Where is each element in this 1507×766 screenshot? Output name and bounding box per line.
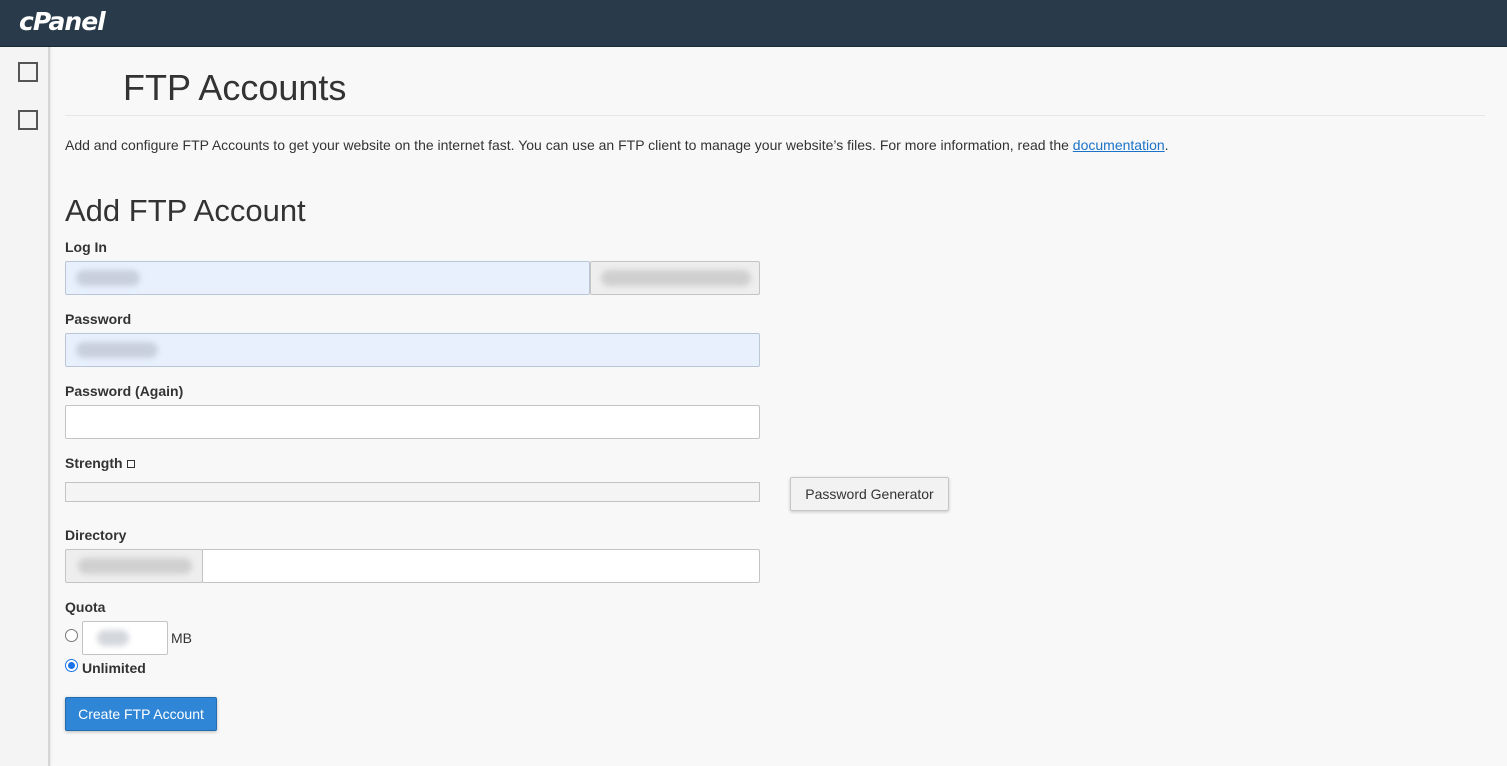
- unlimited-label[interactable]: Unlimited: [82, 660, 146, 676]
- section-title: Add FTP Account: [65, 193, 306, 228]
- description-text: Add and configure FTP Accounts to get yo…: [65, 137, 1073, 153]
- directory-input[interactable]: [202, 549, 760, 583]
- redacted-domain: [601, 270, 751, 286]
- description-end: .: [1164, 137, 1169, 153]
- square-icon[interactable]: [18, 62, 38, 82]
- create-ftp-account-button[interactable]: Create FTP Account: [65, 697, 217, 731]
- info-icon[interactable]: [126, 460, 135, 468]
- password-generator-button[interactable]: Password Generator: [790, 477, 949, 511]
- login-label: Log In: [65, 239, 107, 255]
- documentation-link[interactable]: documentation: [1073, 137, 1165, 153]
- square-icon[interactable]: [18, 110, 38, 130]
- domain-addon: [590, 261, 760, 295]
- quota-unlimited-radio[interactable]: [65, 659, 78, 672]
- password-again-label: Password (Again): [65, 383, 184, 399]
- quota-limited-radio[interactable]: [65, 629, 78, 642]
- title-divider: [65, 115, 1485, 116]
- top-bar: cPanel: [0, 0, 1507, 47]
- login-input[interactable]: [65, 261, 590, 295]
- redacted-value: [76, 270, 140, 286]
- strength-meter: [65, 482, 760, 502]
- page-description: Add and configure FTP Accounts to get yo…: [65, 137, 1169, 153]
- password-again-input[interactable]: [65, 405, 760, 439]
- password-input[interactable]: [65, 333, 760, 367]
- password-label: Password: [65, 311, 132, 327]
- cpanel-logo[interactable]: cPanel: [19, 7, 106, 36]
- quota-unit: MB: [171, 630, 192, 646]
- redacted-password: [76, 342, 158, 358]
- directory-label: Directory: [65, 527, 127, 543]
- quota-label: Quota: [65, 599, 106, 615]
- strength-label: Strength: [65, 455, 135, 471]
- strength-label-text: Strength: [65, 455, 123, 471]
- redacted-directory: [78, 558, 192, 574]
- home-directory-addon: [65, 549, 203, 583]
- redacted-quota: [97, 630, 129, 646]
- main-content: FTP Accounts Add and configure FTP Accou…: [50, 47, 1507, 766]
- sidebar: [0, 47, 50, 766]
- page-title: FTP Accounts: [123, 67, 347, 108]
- quota-input[interactable]: [82, 621, 168, 655]
